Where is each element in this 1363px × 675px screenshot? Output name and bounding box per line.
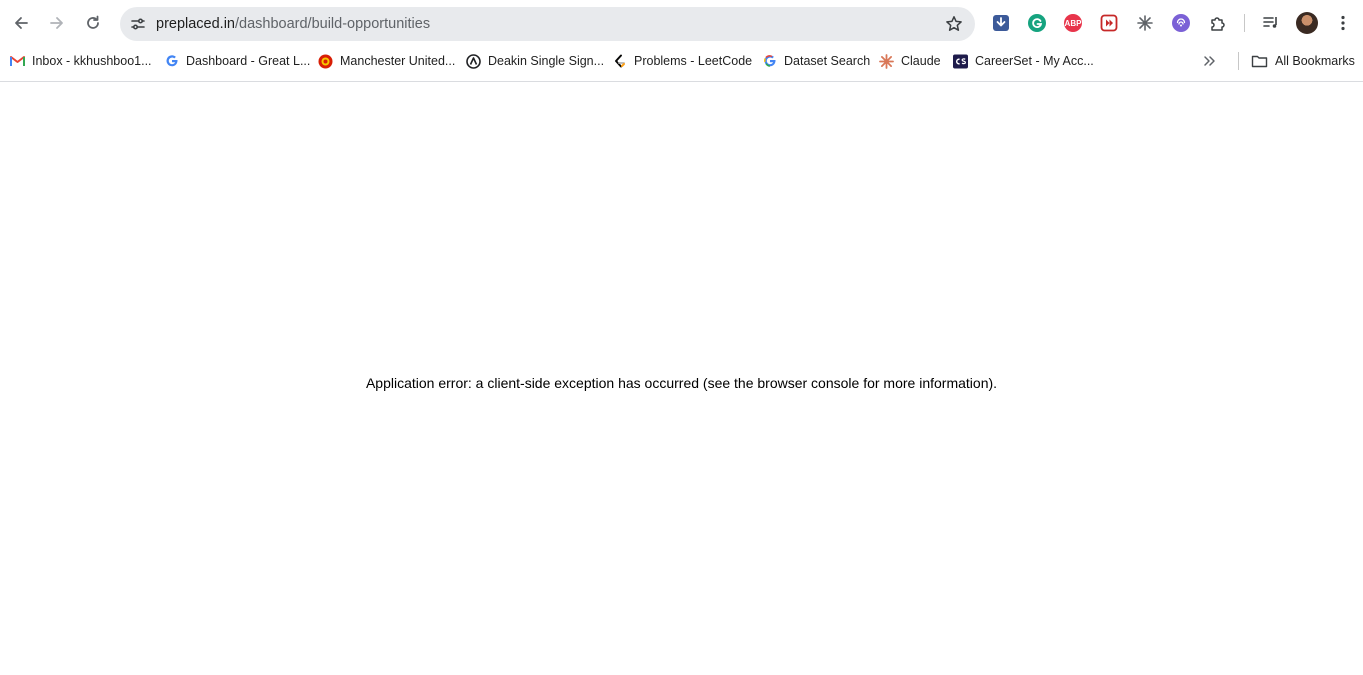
sparkle-extension-icon <box>1137 15 1153 31</box>
puzzle-icon <box>1211 17 1225 31</box>
all-bookmarks-label: All Bookmarks <box>1275 54 1355 68</box>
tune-icon <box>131 18 145 30</box>
browser-chrome: preplaced.in/dashboard/build-opportuniti… <box>0 0 1363 82</box>
bookmark-label: CareerSet - My Acc... <box>975 54 1094 68</box>
page-content: Application error: a client-side excepti… <box>0 82 1363 675</box>
bookmark-star-button[interactable] <box>943 13 965 35</box>
bookmark-claude[interactable]: Claude <box>879 51 941 71</box>
browser-toolbar: preplaced.in/dashboard/build-opportuniti… <box>0 0 1363 46</box>
adblock-plus-icon: ABP <box>1064 14 1082 32</box>
bookmark-label: Deakin Single Sign... <box>488 54 605 68</box>
grammarly-button[interactable] <box>1025 11 1049 35</box>
address-bar[interactable]: preplaced.in/dashboard/build-opportuniti… <box>120 7 975 41</box>
bookmark-gmail[interactable]: Inbox - kkhushboo1... <box>10 51 152 71</box>
url-host: preplaced.in <box>156 16 235 32</box>
bookmark-deakin-sso[interactable]: Deakin Single Sign... <box>466 51 604 71</box>
podcast-extension-button[interactable] <box>1169 11 1193 35</box>
bookmark-label: Problems - LeetCode <box>634 54 753 68</box>
podcast-extension-icon <box>1172 14 1190 32</box>
reload-icon <box>87 15 99 29</box>
video-speed-button[interactable] <box>1097 11 1121 35</box>
deakin-icon <box>466 53 481 69</box>
bookmarks-divider <box>1238 52 1239 70</box>
bookmark-manchester-united[interactable]: Manchester United... <box>318 51 455 71</box>
queue-music-icon <box>1263 17 1277 28</box>
browser-menu-button[interactable] <box>1331 11 1355 35</box>
toolbar-divider <box>1244 14 1245 32</box>
google-icon <box>164 54 179 69</box>
application-error-message: Application error: a client-side excepti… <box>365 375 998 391</box>
bookmark-label: Dataset Search <box>784 54 871 68</box>
site-info-button[interactable] <box>124 10 152 38</box>
careerset-icon <box>953 53 968 69</box>
bookmark-label: Claude <box>901 54 941 68</box>
bookmark-label: Inbox - kkhushboo1... <box>32 54 152 68</box>
claude-icon <box>879 53 894 69</box>
extensions-button[interactable] <box>1206 11 1230 35</box>
profile-avatar[interactable] <box>1296 12 1318 34</box>
download-extension-button[interactable] <box>989 11 1013 35</box>
bookmark-label: Dashboard - Great L... <box>186 54 311 68</box>
reload-button[interactable] <box>78 8 108 38</box>
url-path: /dashboard/build-opportunities <box>235 16 431 32</box>
grammarly-icon <box>1028 14 1046 32</box>
sparkle-extension-button[interactable] <box>1133 11 1157 35</box>
leetcode-icon <box>612 54 627 69</box>
arrow-left-icon <box>15 17 28 29</box>
bookmark-dashboard-great-learning[interactable]: Dashboard - Great L... <box>164 51 310 71</box>
media-controls-button[interactable] <box>1259 11 1283 35</box>
bookmarks-overflow-button[interactable] <box>1200 52 1220 70</box>
url-text[interactable]: preplaced.in/dashboard/build-opportuniti… <box>156 15 430 33</box>
adblock-plus-button[interactable]: ABP <box>1061 11 1085 35</box>
google-icon <box>762 54 777 69</box>
arrow-right-icon <box>50 17 63 29</box>
bookmark-leetcode[interactable]: Problems - LeetCode <box>612 51 752 71</box>
bookmark-careerset[interactable]: CareerSet - My Acc... <box>953 51 1094 71</box>
all-bookmarks-button[interactable]: All Bookmarks <box>1251 51 1355 71</box>
double-chevron-right-icon <box>1204 56 1215 66</box>
bookmark-dataset-search[interactable]: Dataset Search <box>762 51 870 71</box>
bookmark-label: Manchester United... <box>340 54 456 68</box>
forward-button[interactable] <box>42 8 72 38</box>
gmail-icon <box>10 54 25 69</box>
more-vert-icon <box>1341 15 1345 31</box>
folder-icon <box>1251 54 1268 69</box>
download-extension-icon <box>993 15 1009 31</box>
video-speed-icon <box>1100 14 1118 32</box>
manchester-united-icon <box>318 54 333 69</box>
star-icon <box>946 16 962 31</box>
bookmarks-bar: Inbox - kkhushboo1... Dashboard - Great … <box>0 48 1363 74</box>
back-button[interactable] <box>6 8 36 38</box>
